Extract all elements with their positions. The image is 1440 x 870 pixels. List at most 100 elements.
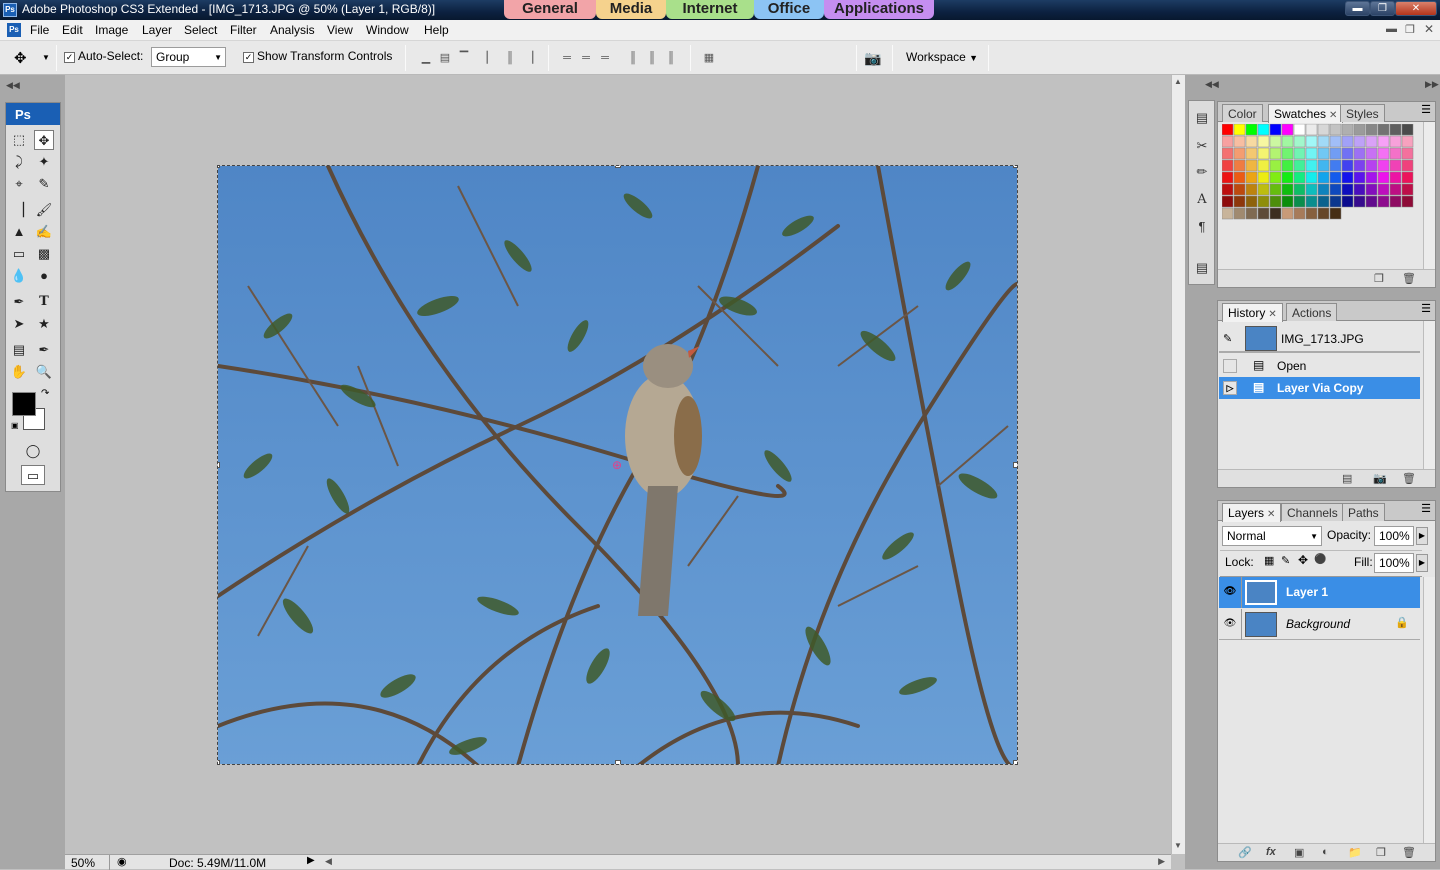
color-swatch[interactable] <box>1305 207 1318 220</box>
notes-tool-icon[interactable]: ▤ <box>9 340 29 360</box>
transform-handle[interactable] <box>1013 462 1017 468</box>
layer-row[interactable]: 👁 Background 🔒 <box>1219 609 1420 640</box>
auto-select-dropdown[interactable]: Group ▼ <box>151 47 226 67</box>
color-swatch[interactable] <box>1401 183 1414 196</box>
delete-swatch-icon[interactable]: 🗑 <box>1402 272 1416 285</box>
color-swatch[interactable] <box>1329 207 1342 220</box>
color-swatch[interactable] <box>1281 124 1294 136</box>
color-swatch[interactable] <box>1293 147 1306 160</box>
align-top-icon[interactable]: ▁ <box>419 51 433 65</box>
clone-stamp-icon[interactable]: ▲ <box>9 222 29 242</box>
snapshot-camera-icon[interactable]: 📷 <box>1373 472 1387 485</box>
opacity-input[interactable]: 100% <box>1374 526 1414 546</box>
scroll-right-icon[interactable]: ▶ <box>1158 856 1165 867</box>
color-swatch[interactable] <box>1305 147 1318 160</box>
color-swatch[interactable] <box>1305 183 1318 196</box>
default-colors-icon[interactable]: ▣ <box>11 421 19 430</box>
panel-menu-icon[interactable]: ☰ <box>1421 103 1431 116</box>
quick-mask-icon[interactable]: ◯ <box>23 441 43 461</box>
color-swatch[interactable] <box>1389 183 1402 196</box>
color-swatch[interactable] <box>1293 195 1306 208</box>
menu-view[interactable]: View <box>327 23 353 37</box>
move-tool-icon[interactable]: ✥ <box>34 130 54 150</box>
color-swatch[interactable] <box>1329 195 1342 208</box>
color-swatch[interactable] <box>1269 159 1282 172</box>
transform-controls-checkbox[interactable]: ✓ <box>243 52 254 63</box>
color-swatch[interactable] <box>1329 159 1342 172</box>
color-swatch[interactable] <box>1245 124 1258 136</box>
tab-styles[interactable]: Styles <box>1340 104 1385 122</box>
blur-tool-icon[interactable]: 💧 <box>9 266 29 286</box>
blend-mode-dropdown[interactable]: Normal ▼ <box>1222 526 1322 546</box>
close-button[interactable]: ✕ <box>1395 1 1437 16</box>
align-left-icon[interactable]: ▏ <box>484 51 498 65</box>
tab-actions[interactable]: Actions <box>1286 303 1338 321</box>
lock-image-icon[interactable]: ✎ <box>1281 554 1290 567</box>
color-swatch[interactable] <box>1401 195 1414 208</box>
color-swatch[interactable] <box>1353 135 1366 148</box>
color-swatch[interactable] <box>1233 147 1246 160</box>
lasso-tool-icon[interactable]: ⤸ <box>9 152 29 172</box>
color-swatch[interactable] <box>1353 147 1366 160</box>
layer-row-active[interactable]: 👁 Layer 1 <box>1219 577 1420 608</box>
color-swatch[interactable] <box>1281 195 1294 208</box>
panel-menu-icon[interactable]: ☰ <box>1421 302 1431 315</box>
color-swatch[interactable] <box>1329 135 1342 148</box>
menu-edit[interactable]: Edit <box>62 23 83 37</box>
auto-align-layers-icon[interactable]: ▦ <box>702 51 716 65</box>
color-swatch[interactable] <box>1269 135 1282 148</box>
marquee-tool-icon[interactable]: ⬚ <box>9 130 29 150</box>
color-swatch[interactable] <box>1281 183 1294 196</box>
transform-handle[interactable] <box>615 166 621 168</box>
color-swatch[interactable] <box>1257 183 1270 196</box>
minimize-button[interactable]: ▬ <box>1345 1 1370 16</box>
layer-mask-icon[interactable]: ▣ <box>1294 846 1304 859</box>
menu-file[interactable]: File <box>30 23 49 37</box>
restore-button[interactable]: ❐ <box>1370 1 1395 16</box>
color-swatch[interactable] <box>1401 159 1414 172</box>
color-swatch[interactable] <box>1305 159 1318 172</box>
color-swatch[interactable] <box>1222 159 1234 172</box>
color-swatch[interactable] <box>1257 147 1270 160</box>
file-browser-icon[interactable]: 📷 <box>864 50 881 67</box>
transform-handle[interactable] <box>218 462 220 468</box>
healing-brush-icon[interactable]: ▕ <box>9 200 29 220</box>
tool-presets-icon[interactable]: ✂ <box>1193 137 1211 155</box>
dodge-tool-icon[interactable]: ● <box>34 266 54 286</box>
color-swatch[interactable] <box>1389 159 1402 172</box>
visibility-eye-icon[interactable]: 👁 <box>1223 618 1237 629</box>
tab-swatches[interactable]: Swatches ✕ <box>1268 104 1344 123</box>
align-vcenter-icon[interactable]: ▤ <box>438 51 452 65</box>
color-swatch[interactable] <box>1341 183 1354 196</box>
color-swatch[interactable] <box>1377 183 1390 196</box>
distribute-left-icon[interactable]: ║ <box>626 51 640 65</box>
menu-analysis[interactable]: Analysis <box>270 23 315 37</box>
zoom-level[interactable]: 50% <box>71 856 95 870</box>
color-swatch[interactable] <box>1269 124 1282 136</box>
path-selection-icon[interactable]: ➤ <box>9 314 29 334</box>
color-swatch[interactable] <box>1245 207 1258 220</box>
color-swatch[interactable] <box>1245 147 1258 160</box>
color-swatch[interactable] <box>1377 171 1390 184</box>
history-step-active[interactable]: ▷ ▤ Layer Via Copy <box>1219 377 1420 399</box>
color-swatch[interactable] <box>1281 171 1294 184</box>
color-swatch[interactable] <box>1377 159 1390 172</box>
color-swatch[interactable] <box>1257 195 1270 208</box>
link-layers-icon[interactable]: 🔗 <box>1238 846 1252 859</box>
color-swatch[interactable] <box>1401 147 1414 160</box>
visibility-eye-icon[interactable]: 👁 <box>1223 586 1237 597</box>
menu-image[interactable]: Image <box>95 23 128 37</box>
layer-name[interactable]: Background <box>1286 617 1350 631</box>
color-swatch[interactable] <box>1389 124 1402 136</box>
color-swatch[interactable] <box>1305 195 1318 208</box>
swap-colors-icon[interactable]: ↷ <box>41 388 49 399</box>
document-image[interactable]: ⊕ <box>217 165 1018 765</box>
color-swatch[interactable] <box>1341 171 1354 184</box>
tab-general[interactable]: General <box>504 0 596 19</box>
move-tool-preset-icon[interactable]: ✥ <box>14 49 27 67</box>
color-swatch[interactable] <box>1222 124 1234 136</box>
transform-handle[interactable] <box>218 166 220 168</box>
swatches-scrollbar[interactable] <box>1423 122 1435 270</box>
distribute-hcenter-icon[interactable]: ║ <box>645 51 659 65</box>
history-snapshot[interactable]: ✎ IMG_1713.JPG <box>1219 325 1420 353</box>
